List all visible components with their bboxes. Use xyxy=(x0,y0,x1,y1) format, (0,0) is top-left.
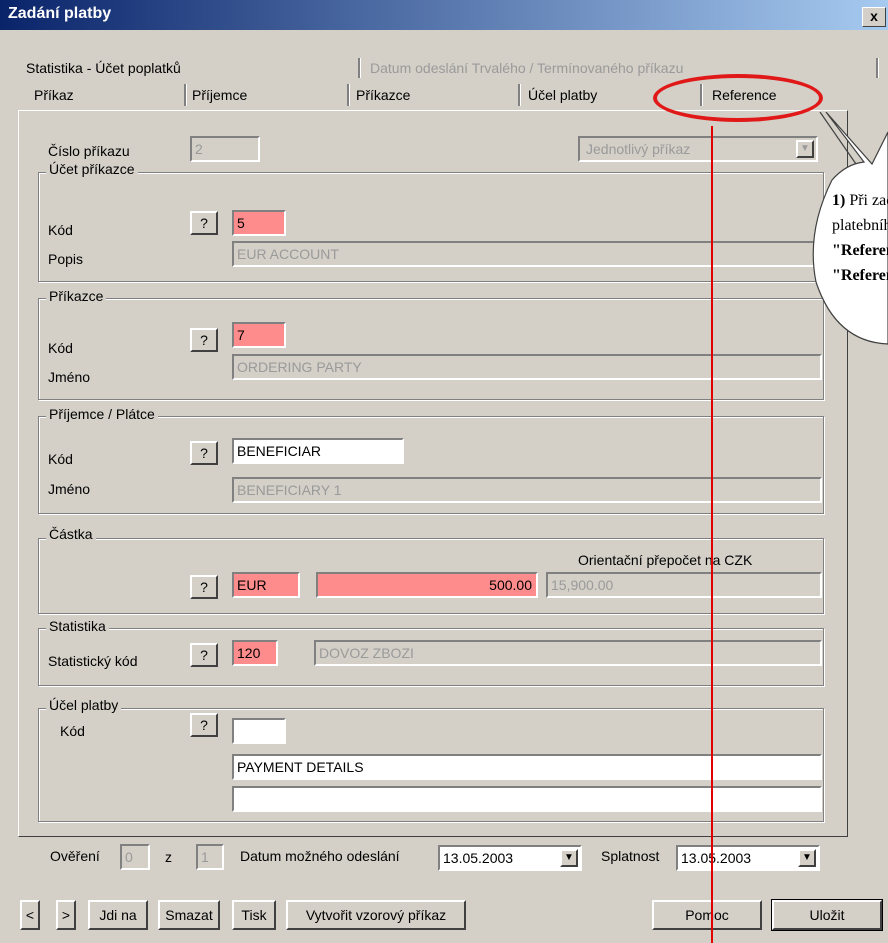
statistika-title: Statistika xyxy=(46,618,109,634)
callout-line-1: 1) Při zadáv xyxy=(832,192,888,209)
tab-separator xyxy=(347,84,350,106)
prijemce-code-field[interactable]: BENEFICIAR xyxy=(232,438,404,464)
prijemce-name-label: Jméno xyxy=(48,481,91,497)
callout-line-3: "Reference xyxy=(832,242,888,259)
chevron-down-icon[interactable]: ▼ xyxy=(560,849,578,867)
ucet-prikazce-desc-field: EUR ACCOUNT xyxy=(232,241,822,267)
tab-prikaz[interactable]: Příkaz xyxy=(34,87,74,103)
czk-value-field: 15,900.00 xyxy=(546,572,822,598)
chevron-down-icon[interactable]: ▼ xyxy=(798,849,816,867)
tab-statistika-ucet-poplatku[interactable]: Statistika - Účet poplatků xyxy=(26,60,181,76)
ucel-code-field[interactable] xyxy=(232,718,286,744)
statistika-code-label: Statistický kód xyxy=(48,653,138,669)
prikazce-name-field: ORDERING PARTY xyxy=(232,354,822,380)
close-button[interactable]: x xyxy=(862,7,886,27)
order-number-field: 2 xyxy=(190,136,260,162)
overeni-label: Ověření xyxy=(50,848,100,864)
ucet-prikazce-code-field[interactable]: 5 xyxy=(232,210,286,236)
tab-ucel-platby[interactable]: Účel platby xyxy=(528,87,597,103)
ulozit-button[interactable]: Uložit xyxy=(771,899,883,931)
datum-odeslani-value: 13.05.2003 xyxy=(443,850,514,866)
prikazce-name-label: Jméno xyxy=(48,369,91,385)
ucel-lookup-button[interactable]: ? xyxy=(190,713,218,737)
ucel-platby-title: Účel platby xyxy=(46,697,122,713)
splatnost-label: Splatnost xyxy=(601,848,660,864)
order-number-label: Číslo příkazu xyxy=(48,143,130,159)
prijemce-title: Příjemce / Plátce xyxy=(46,406,158,422)
window-title: Zadání platby xyxy=(8,5,112,22)
ucel-line1-field[interactable]: PAYMENT DETAILS xyxy=(232,754,822,780)
order-type-value: Jednotlivý příkaz xyxy=(586,141,691,157)
jdi-na-button[interactable]: Jdi na xyxy=(88,900,148,930)
vytvorit-vzorovy-prikaz-button[interactable]: Vytvořit vzorový příkaz xyxy=(286,900,466,930)
statistika-lookup-button[interactable]: ? xyxy=(190,643,218,667)
splatnost-value: 13.05.2003 xyxy=(681,850,752,866)
tab-separator xyxy=(184,84,187,106)
ucet-prikazce-desc-label: Popis xyxy=(48,251,84,267)
datum-odeslani-select[interactable]: 13.05.2003 ▼ xyxy=(438,845,582,871)
ucel-line2-field[interactable] xyxy=(232,786,822,812)
ucel-code-label: Kód xyxy=(60,723,85,739)
ucet-prikazce-code-label: Kód xyxy=(48,222,73,238)
overeni-field: 0 xyxy=(120,844,150,870)
tab-prikazce[interactable]: Příkazce xyxy=(356,87,410,103)
tisk-button[interactable]: Tisk xyxy=(232,900,276,930)
prijemce-code-label: Kód xyxy=(48,451,73,467)
z-label: z xyxy=(165,849,172,865)
prijemce-name-field: BENEFICIARY 1 xyxy=(232,477,822,503)
prikazce-title: Příkazce xyxy=(46,288,107,304)
prijemce-lookup-button[interactable]: ? xyxy=(190,441,218,465)
statistika-desc-field: DOVOZ ZBOZI xyxy=(314,640,822,666)
tab-separator xyxy=(518,84,521,106)
next-button[interactable]: > xyxy=(56,900,76,930)
annotation-callout-text: 1) Při zadáv platebního p "Reference "Re… xyxy=(832,188,888,288)
currency-field[interactable]: EUR xyxy=(232,572,300,598)
amount-field[interactable]: 500.00 xyxy=(316,572,538,598)
castka-title: Částka xyxy=(46,526,96,542)
pomoc-button[interactable]: Pomoc xyxy=(652,900,762,930)
ucet-prikazce-lookup-button[interactable]: ? xyxy=(190,211,218,235)
z-field: 1 xyxy=(196,844,224,870)
tab-separator xyxy=(876,58,879,78)
czk-conversion-label: Orientační přepočet na CZK xyxy=(578,552,753,568)
tab-prijemce[interactable]: Příjemce xyxy=(192,87,247,103)
statistika-code-field[interactable]: 120 xyxy=(232,640,278,666)
callout-line-4: "Reference xyxy=(832,267,888,284)
prikazce-lookup-button[interactable]: ? xyxy=(190,328,218,352)
tab-separator xyxy=(358,58,361,78)
prikazce-code-field[interactable]: 7 xyxy=(232,322,286,348)
ucet-prikazce-title: Účet příkazce xyxy=(46,161,138,177)
splatnost-select[interactable]: 13.05.2003 ▼ xyxy=(676,845,820,871)
castka-lookup-button[interactable]: ? xyxy=(190,575,218,599)
previous-button[interactable]: < xyxy=(20,900,40,930)
prikazce-code-label: Kód xyxy=(48,340,73,356)
datum-odeslani-label: Datum možného odeslání xyxy=(240,848,400,864)
payment-entry-window: Zadání platby x Statistika - Účet poplat… xyxy=(0,0,888,943)
title-bar: Zadání platby x xyxy=(0,0,888,30)
smazat-button[interactable]: Smazat xyxy=(158,900,220,930)
prikazce-group xyxy=(38,298,824,400)
annotation-vertical-line xyxy=(711,126,713,943)
tab-datum-odeslani: Datum odeslání Trvalého / Termínovaného … xyxy=(370,60,684,76)
callout-line-2: platebního p xyxy=(832,217,888,234)
